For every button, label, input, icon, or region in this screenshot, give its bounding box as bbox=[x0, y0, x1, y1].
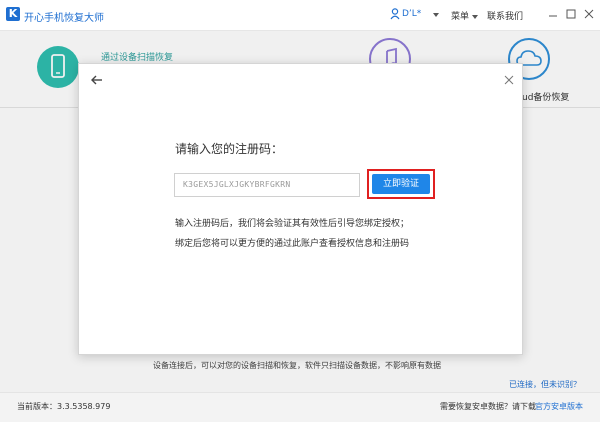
version-label: 当前版本：3.3.5358.979 bbox=[17, 402, 111, 411]
menu-chevron-down-icon bbox=[472, 14, 479, 19]
username-label[interactable]: D’L* bbox=[402, 9, 421, 19]
menu-button[interactable]: 菜单 bbox=[451, 9, 479, 22]
user-chevron-down-icon[interactable] bbox=[433, 13, 439, 17]
contact-us-link[interactable]: 联系我们 bbox=[487, 9, 523, 22]
info-text-line-2: 绑定后您将可以更方便的通过此账户查看授权信息和注册码 bbox=[175, 239, 410, 249]
registration-code-input[interactable]: K3GEX5JGLXJGKYBRFGKRN bbox=[174, 173, 360, 197]
app-title: 开心手机恢复大师 bbox=[24, 13, 104, 24]
registration-dialog: 请输入您的注册码： K3GEX5JGLXJGKYBRFGKRN 立即验证 输入注… bbox=[78, 63, 523, 355]
registration-prompt: 请输入您的注册码： bbox=[175, 142, 284, 156]
verify-now-button[interactable]: 立即验证 bbox=[372, 174, 430, 194]
back-arrow-icon[interactable] bbox=[90, 73, 104, 87]
dialog-close-icon[interactable] bbox=[504, 75, 514, 85]
app-logo-icon: K bbox=[6, 7, 20, 21]
title-bar: K 开心手机恢复大师 D’L* 菜单 联系我们 bbox=[0, 0, 600, 31]
android-download-link[interactable]: 官方安卓版本 bbox=[535, 401, 583, 412]
android-question: 需要恢复安卓数据？请下载 bbox=[440, 402, 536, 411]
user-icon[interactable] bbox=[390, 8, 400, 20]
maximize-icon[interactable] bbox=[565, 8, 577, 20]
close-icon[interactable] bbox=[583, 8, 595, 20]
info-text-line-1: 输入注册码后，我们将会验证其有效性后引导您绑定授权； bbox=[175, 219, 410, 229]
minimize-icon[interactable] bbox=[547, 8, 559, 20]
menu-label: 菜单 bbox=[451, 12, 470, 22]
